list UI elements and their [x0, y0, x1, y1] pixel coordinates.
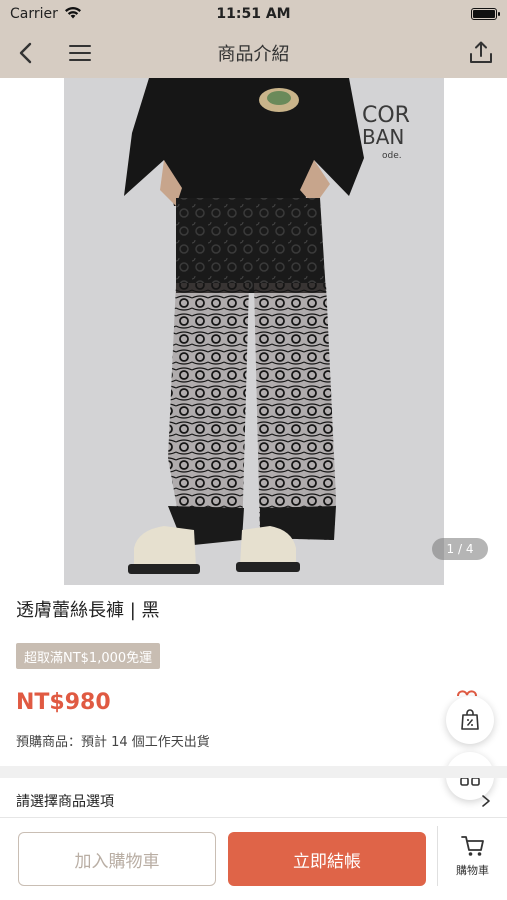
shopping-cart-icon — [460, 836, 484, 856]
promo-badge: 超取滿NT$1,000免運 — [16, 643, 161, 669]
chevron-right-icon — [482, 795, 490, 807]
section-divider — [0, 766, 507, 778]
nav-left — [12, 39, 94, 67]
battery-icon — [471, 8, 500, 20]
checkout-button[interactable]: 立即結帳 — [228, 832, 426, 886]
shopping-bag-percent-icon — [461, 709, 479, 730]
logo-text: ode. — [382, 151, 402, 161]
share-button[interactable] — [467, 39, 495, 67]
nav-bar: 商品介紹 — [0, 28, 507, 78]
bottom-action-bar: 加入購物車 立即結帳 — [0, 817, 507, 900]
chevron-left-icon — [19, 42, 32, 64]
product-photo: COR BAN ode. — [64, 78, 444, 585]
carrier-label: Carrier — [10, 6, 58, 22]
size-guide-button[interactable] — [446, 696, 494, 744]
preorder-note: 預購商品：預計 14 個工作天出貨 — [16, 735, 210, 750]
add-to-cart-button[interactable]: 加入購物車 — [18, 832, 216, 886]
status-left: Carrier — [10, 6, 82, 23]
menu-button[interactable] — [66, 39, 94, 67]
options-label: 請選擇商品選項 — [16, 794, 114, 810]
share-icon — [470, 41, 492, 63]
hamburger-icon — [69, 45, 91, 61]
wifi-icon — [64, 6, 82, 23]
back-button[interactable] — [12, 39, 40, 67]
product-image-carousel[interactable]: COR BAN ode. — [0, 78, 507, 585]
product-title: 透膚蕾絲長褲 | 黑 — [16, 600, 160, 621]
image-counter: 1 / 4 — [432, 538, 488, 560]
status-bar: Carrier 11:51 AM — [0, 0, 507, 28]
product-price: NT$980 — [16, 690, 111, 715]
logo-text: BAN — [362, 125, 404, 149]
model-illustration: COR BAN ode. — [64, 78, 444, 585]
cart-button[interactable]: 購物車 — [437, 826, 507, 886]
cart-label: 購物車 — [456, 864, 489, 877]
